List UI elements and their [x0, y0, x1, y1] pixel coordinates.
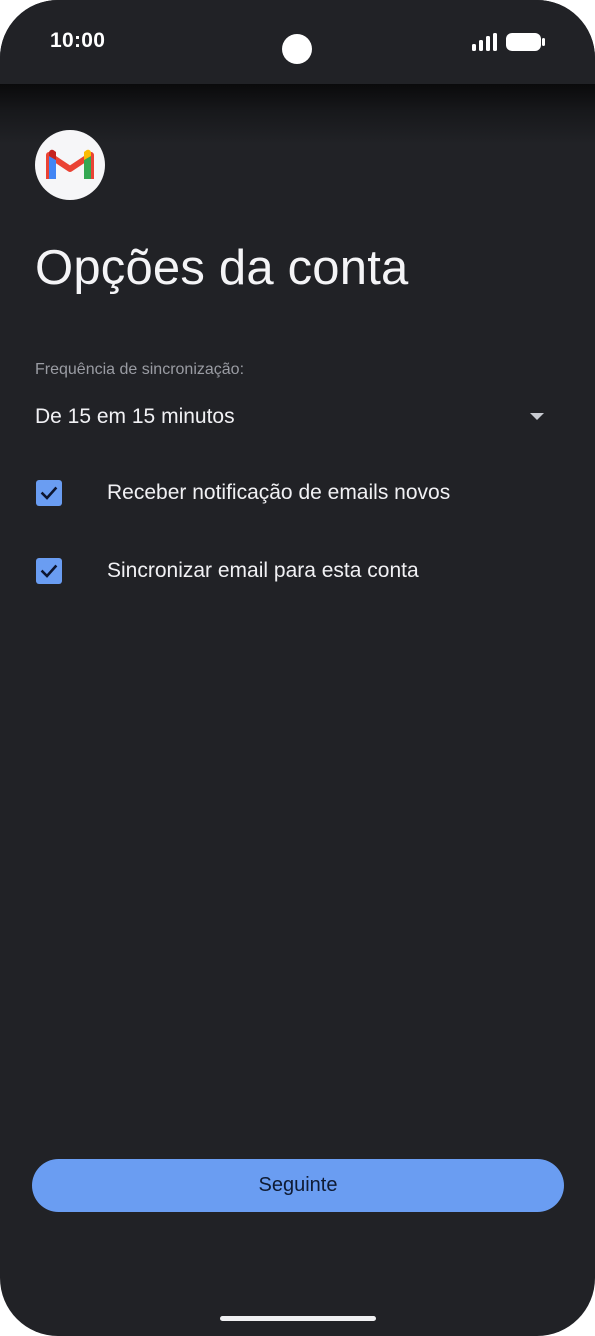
new-email-notification-checkbox[interactable] — [36, 480, 62, 506]
status-bar: 10:00 — [0, 0, 595, 84]
dropdown-arrow-icon — [530, 413, 544, 420]
home-indicator[interactable] — [220, 1316, 376, 1321]
sync-frequency-label: Frequência de sincronização: — [35, 361, 245, 378]
signal-icon — [472, 33, 497, 51]
gmail-logo-icon — [35, 130, 105, 200]
checkmark-icon — [40, 564, 58, 578]
page-title: Opções da conta — [35, 241, 409, 295]
checkmark-icon — [40, 486, 58, 500]
new-email-notification-label: Receber notificação de emails novos — [107, 481, 451, 504]
sync-frequency-dropdown[interactable]: De 15 em 15 minutos — [35, 398, 560, 438]
battery-icon — [506, 33, 545, 51]
camera-cutout — [282, 34, 312, 64]
sync-frequency-value: De 15 em 15 minutos — [35, 405, 235, 428]
next-button[interactable]: Seguinte — [32, 1159, 564, 1212]
phone-screen: 10:00 Opções da conta Frequência de sinc… — [0, 0, 595, 1336]
new-email-notification-option[interactable]: Receber notificação de emails novos — [35, 473, 560, 513]
sync-email-option[interactable]: Sincronizar email para esta conta — [35, 551, 560, 591]
sync-email-checkbox[interactable] — [36, 558, 62, 584]
status-time: 10:00 — [50, 29, 106, 52]
sync-email-label: Sincronizar email para esta conta — [107, 559, 419, 582]
